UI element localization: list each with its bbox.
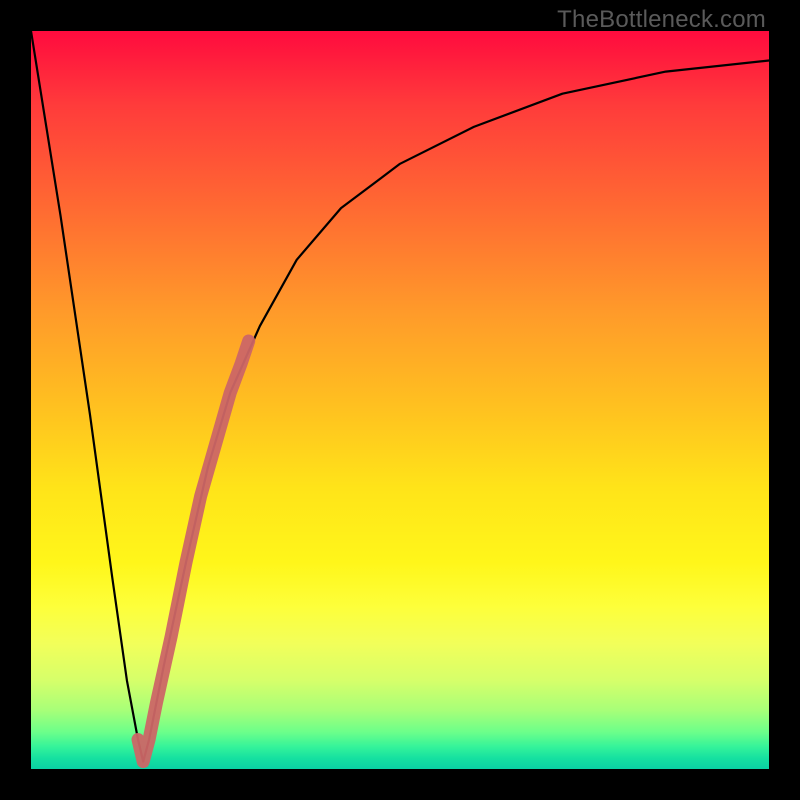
plot-area — [31, 31, 769, 769]
chart-frame: TheBottleneck.com — [0, 0, 800, 800]
watermark-text: TheBottleneck.com — [557, 6, 766, 34]
bottleneck-curve — [31, 31, 769, 762]
highlight-segment — [138, 341, 249, 762]
curves-svg — [31, 31, 769, 769]
